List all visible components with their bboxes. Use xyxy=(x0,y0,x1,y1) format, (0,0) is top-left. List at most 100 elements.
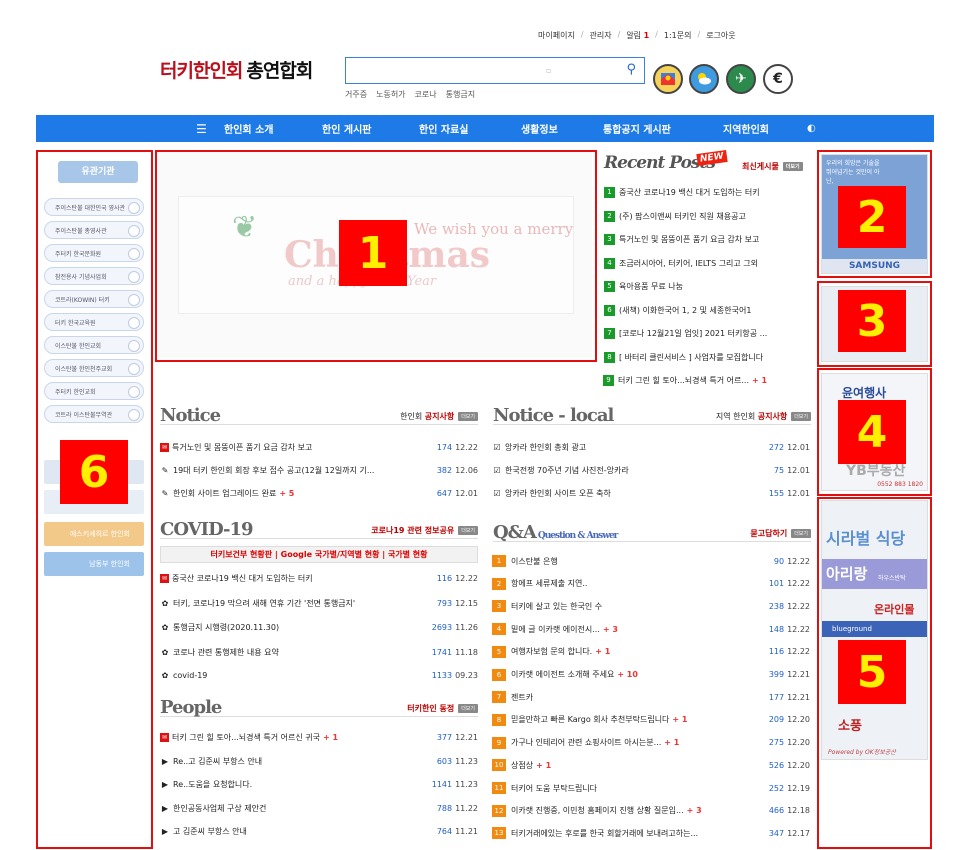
list-item[interactable]: 5 여행자보험 문의 합니다. + 1 116 12.22 xyxy=(492,645,810,658)
item-title-text: 이카랫 에이전트 소개해 주세요 xyxy=(511,670,615,679)
list-item[interactable]: 9 가구나 인테리어 관련 쇼핑사이트 아시는분... + 1 275 12.20 xyxy=(492,736,810,749)
list-item[interactable]: ✉ 터키 그린 힐 토아...뇌경색 특거 어르신 귀국 + 1 377 12.21 xyxy=(160,732,478,743)
covid-links-bar[interactable]: 터키보건부 현황판 | Google 국가별/지역별 현황 | 국가별 현황 xyxy=(160,546,478,563)
search-tag[interactable]: 노동허가 xyxy=(376,89,405,100)
recent-post-item[interactable]: 7 [코로나 12월21일 업잇] 2021 터키항공 ... xyxy=(604,328,810,339)
post-date: 11.23 xyxy=(455,780,478,789)
list-item[interactable]: ✿ 통행금지 시행령(2020.11.30) 2693 11.26 xyxy=(160,622,478,633)
post-title: 중국산 코로나19 백신 대거 도입하는 터키 xyxy=(619,188,760,197)
list-item[interactable]: ✎ 한인회 사이트 업그레이드 완료 + 5 647 12.01 xyxy=(160,488,478,499)
list-item[interactable]: ✉ 중국산 코로나19 백신 대거 도입하는 터키 116 12.22 xyxy=(160,573,478,584)
recent-post-item[interactable]: 9 터키 그린 힐 토아...뇌경색 특거 어르... + 1 xyxy=(603,375,809,386)
recent-post-item[interactable]: 6 (새책) 이화한국어 1, 2 및 세종한국어1 xyxy=(604,304,810,316)
inquiry-link[interactable]: 1:1문의 xyxy=(664,30,692,41)
view-count: 764 xyxy=(436,827,453,836)
alarm-label: 알림 xyxy=(626,31,642,40)
list-item[interactable]: 1 이스탄불 은행 90 12.22 xyxy=(492,555,810,567)
gear-icon: ✿ xyxy=(161,671,169,680)
recent-post-item[interactable]: 5 육아용품 무료 나눔 xyxy=(604,281,810,292)
menu-icon[interactable]: ☰ xyxy=(196,122,224,136)
list-item[interactable]: ▶ Re..도움을 요청합니다. 1141 11.23 xyxy=(160,779,478,790)
list-item[interactable]: ✿ covid-19 1133 09.23 xyxy=(160,671,478,680)
list-item[interactable]: ▶ 고 김준씨 부항스 안내 764 11.21 xyxy=(160,826,478,837)
view-count: 252 xyxy=(768,783,785,793)
check-icon: ☑ xyxy=(493,466,501,475)
list-item[interactable]: ▶ 한인공동사업체 구상 제안건 788 11.22 xyxy=(160,803,478,814)
recent-post-item[interactable]: 3 특거노인 및 몸뚱이픈 품기 요금 감차 보고 xyxy=(604,234,810,245)
search-tag[interactable]: 통행금지 xyxy=(446,89,475,100)
more-button[interactable]: 더보기 xyxy=(458,412,478,421)
weather-icon[interactable] xyxy=(689,64,719,94)
section-subtitle: 한인회 공지사항 더보기 xyxy=(400,411,478,422)
more-button[interactable]: 더보기 xyxy=(458,526,478,535)
search-tag[interactable]: 코로나 xyxy=(415,89,437,100)
nav-item-board[interactable]: 한인 게시판 xyxy=(322,121,419,136)
view-count: 116 xyxy=(768,647,785,657)
recent-post-item[interactable]: 4 조금러시아어, 터키어, IELTS 그리고 그외 xyxy=(604,257,810,269)
list-item[interactable]: 10 상점상 + 1 526 12.20 xyxy=(492,759,810,772)
map-icon[interactable] xyxy=(653,64,683,94)
list-item[interactable]: 8 믿을만하고 빠른 Kargo 회사 추천부탁드립니다 + 1 209 12.20 xyxy=(492,713,810,726)
list-item[interactable]: 12 이카랫 진행중, 이민청 홈페이지 진행 상황 질문입... + 3 466 12… xyxy=(492,804,810,817)
nav-item-archive[interactable]: 한인 자료실 xyxy=(419,121,521,136)
recent-post-item[interactable]: 2 (주) 팜스이앤씨 터키인 직원 채용공고 xyxy=(604,210,810,222)
mypage-link[interactable]: 마이페이지 xyxy=(538,30,575,41)
item-title-text: 앙카라 한인회 총회 광고 xyxy=(505,443,587,452)
list-item[interactable]: 2 항에프 세류제출 지연.. 101 12.22 xyxy=(492,577,810,590)
item-title: 터키거래에있는 후로를 한국 회할거래에 보내려고하는... xyxy=(511,828,765,839)
nav-item-intro[interactable]: 한인회 소개 xyxy=(224,121,322,136)
list-item[interactable]: ✎ 19대 터키 한인회 회장 후보 접수 공고(12월 12일까지 기... 38… xyxy=(160,465,478,476)
item-title: 상점상 + 1 xyxy=(511,760,765,771)
item-title-text: 터키거래에있는 후로를 한국 회할거래에 보내려고하는... xyxy=(511,828,699,838)
view-count: 275 xyxy=(768,738,785,748)
more-button[interactable]: 더보기 xyxy=(791,412,811,421)
qa-title: Q&A xyxy=(493,522,537,543)
logout-link[interactable]: 로그아웃 xyxy=(706,30,735,41)
view-count: 148 xyxy=(768,624,785,634)
list-item[interactable]: ☑ 한국전쟁 70주년 기념 사진전-앙카라 75 12.01 xyxy=(492,465,810,476)
post-date: 09.23 xyxy=(455,671,478,680)
item-title-text: 터키 그린 힐 토아...뇌경색 특거 어르신 귀국 xyxy=(172,733,321,742)
rank-badge: 4 xyxy=(492,623,506,636)
notice-header: Notice 한인회 공지사항 더보기 xyxy=(160,405,478,426)
list-item[interactable]: 7 젠트카 177 12.21 xyxy=(492,691,810,704)
section-subtitle: 묻고답하기 더보기 xyxy=(750,528,811,539)
list-item[interactable]: 6 이카랫 에이전트 소개해 주세요 + 10 399 12.21 xyxy=(492,668,810,681)
recent-post-item[interactable]: 8 [ 바터리 클린서비스 ] 사업자를 모집합니다 xyxy=(604,351,810,363)
nav-item-notice[interactable]: 통합공지 게시판 xyxy=(603,121,723,136)
post-date: 12.01 xyxy=(455,489,478,498)
search-box[interactable]: ▫ ⚲ xyxy=(345,57,645,84)
list-item[interactable]: ✿ 코로나 관련 통행제한 내용 요약 1741 11.18 xyxy=(160,647,478,658)
nav-item-regional[interactable]: 지역한인회 xyxy=(723,121,807,136)
admin-link[interactable]: 관리자 xyxy=(590,30,612,41)
recent-post-item[interactable]: 1 중국산 코로나19 백신 대거 도입하는 터키 xyxy=(604,187,810,198)
more-button[interactable]: 더보기 xyxy=(791,529,811,538)
more-button[interactable]: 더보기 xyxy=(458,704,478,713)
list-item[interactable]: 11 터키어 도움 부탁드립니다 252 12.19 xyxy=(492,782,810,794)
site-logo[interactable]: 터키한인회 총연합회 xyxy=(160,56,313,83)
flight-icon[interactable]: ✈ xyxy=(726,64,756,94)
list-item[interactable]: 3 터키에 살고 있는 한국인 수 238 12.22 xyxy=(492,600,810,613)
list-item[interactable]: 13 터키거래에있는 후로를 한국 회할거래에 보내려고하는... 347 12.17 xyxy=(492,827,810,840)
view-count: 466 xyxy=(768,806,785,816)
alarm-link[interactable]: 알림 1 xyxy=(626,30,649,41)
post-title: 특거노인 및 몸뚱이픈 품기 요금 감차 보고 xyxy=(619,235,760,244)
nav-item-life[interactable]: 생활정보 xyxy=(521,121,603,136)
pen-icon: ✎ xyxy=(161,466,169,475)
view-count: 603 xyxy=(436,756,453,766)
annotation-number: 1 xyxy=(339,220,407,286)
post-date: 11.22 xyxy=(455,803,478,813)
list-item[interactable]: ✿ 터키, 코로나19 막으려 새해 연휴 기간 '전면 통행금지' 793 12.1… xyxy=(160,598,478,609)
list-item[interactable]: ▶ Re..고 김준씨 부항스 안내 603 11.23 xyxy=(160,756,478,767)
toggle-icon[interactable]: ◐ xyxy=(807,123,816,134)
currency-icon[interactable]: € xyxy=(763,64,793,94)
item-title: 코로나 관련 통행제한 내용 요약 xyxy=(173,647,428,658)
view-count: 116 xyxy=(436,574,453,583)
list-item[interactable]: ☑ 앙카라 한인회 총회 광고 272 12.01 xyxy=(492,442,810,453)
search-tag[interactable]: 거주증 xyxy=(345,89,367,100)
search-icon[interactable]: ⚲ xyxy=(626,62,636,77)
list-item[interactable]: 4 밑에 글 이카랫 에이전시... + 3 148 12.22 xyxy=(492,623,810,636)
list-item[interactable]: ☑ 앙카라 한인회 사이트 오픈 축하 155 12.01 xyxy=(492,488,810,499)
list-item[interactable]: ✉ 특거노인 및 몸뚱이픈 품기 요금 감차 보고 174 12.22 xyxy=(160,442,478,453)
more-button[interactable]: 더보기 xyxy=(782,162,803,171)
